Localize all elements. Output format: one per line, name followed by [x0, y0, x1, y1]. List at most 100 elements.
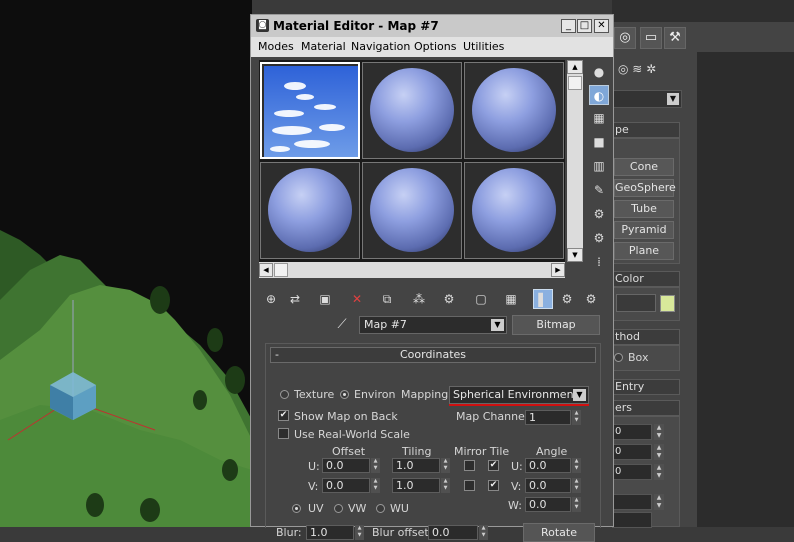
show-map-on-back-checkbox[interactable]: ✔	[278, 410, 289, 421]
backlight-icon[interactable]: ◐	[589, 85, 609, 105]
segments-spinner[interactable]	[612, 494, 652, 510]
spinner-arrows-icon[interactable]: ▲ ▼	[441, 458, 450, 473]
environ-radio[interactable]	[340, 390, 349, 399]
v-angle-field[interactable]: 0.0	[525, 478, 571, 493]
width-spinner[interactable]: 0	[612, 444, 652, 460]
segments-spinner-2[interactable]	[612, 512, 652, 528]
menu-navigation[interactable]: Navigation	[351, 40, 410, 53]
material-effects-channel-icon[interactable]: ▢	[471, 289, 491, 309]
object-type-header[interactable]: pe	[612, 122, 680, 138]
display-tab-icon[interactable]: ◎	[614, 27, 636, 49]
select-by-material-icon[interactable]: ⚙	[589, 228, 609, 248]
scroll-left-icon[interactable]: ◀	[259, 263, 273, 277]
show-map-in-viewport-icon[interactable]: ▦	[501, 289, 521, 309]
menu-options[interactable]: Options	[414, 40, 456, 53]
sample-slot-6[interactable]	[464, 162, 564, 259]
spinner-arrows-icon[interactable]: ▲ ▼	[572, 410, 581, 425]
uv-tiling-icon[interactable]: ■	[589, 132, 609, 152]
minimize-button[interactable]: _	[561, 19, 576, 33]
sample-slot-1[interactable]	[260, 62, 360, 159]
menu-material[interactable]: Material	[301, 40, 346, 53]
pyramid-button[interactable]: Pyramid	[614, 221, 674, 239]
geosphere-button[interactable]: GeoSphere	[614, 179, 676, 197]
spinner-arrows-icon[interactable]: ▲ ▼	[572, 497, 581, 512]
map-type-button[interactable]: Bitmap	[512, 315, 600, 335]
u-offset-field[interactable]: 0.0	[322, 458, 370, 473]
keyboard-entry-header[interactable]: Entry	[612, 379, 680, 395]
menu-modes[interactable]: Modes	[258, 40, 294, 53]
scroll-thumb-h[interactable]	[274, 263, 288, 277]
scroll-up-icon[interactable]: ▲	[567, 60, 583, 74]
u-angle-field[interactable]: 0.0	[525, 458, 571, 473]
length-spinner[interactable]: 0	[612, 424, 652, 440]
go-to-parent-icon[interactable]: ⚙	[557, 289, 577, 309]
sample-type-icon[interactable]: ●	[589, 62, 609, 82]
unique-icon[interactable]: ⁂	[409, 289, 429, 309]
slots-vertical-scrollbar[interactable]: ▲ ▼	[567, 60, 583, 262]
copy-material-icon[interactable]: ⧉	[377, 289, 397, 309]
dropdown-arrow-icon[interactable]: ▼	[491, 319, 504, 331]
spinner-arrows-icon[interactable]: ▲ ▼	[572, 458, 581, 473]
box-radio[interactable]	[614, 353, 623, 362]
go-forward-to-sibling-icon[interactable]: ⚙	[581, 289, 601, 309]
get-material-icon[interactable]: ⊕	[261, 289, 281, 309]
spinner-arrows-icon[interactable]: ▲ ▼	[654, 444, 664, 460]
options-icon[interactable]: ⚙	[589, 204, 609, 224]
mapping-dropdown[interactable]: Spherical Environment ▼	[449, 386, 589, 404]
v-mirror-checkbox[interactable]	[464, 480, 475, 491]
spinner-arrows-icon[interactable]: ▲ ▼	[654, 494, 664, 510]
reset-map-icon[interactable]: ✕	[347, 289, 367, 309]
maximize-button[interactable]: □	[577, 19, 592, 33]
creation-method-header[interactable]: thod	[612, 329, 680, 345]
eyedropper-icon[interactable]: ⟋	[333, 316, 351, 334]
color-swatch[interactable]	[660, 295, 675, 312]
tube-button[interactable]: Tube	[614, 200, 674, 218]
dropdown-arrow-icon[interactable]: ▼	[573, 389, 586, 401]
spinner-arrows-icon[interactable]: ▲ ▼	[355, 525, 364, 540]
vw-radio[interactable]	[334, 504, 343, 513]
show-end-result-icon[interactable]: ▌	[533, 289, 553, 309]
spinner-arrows-icon[interactable]: ▲ ▼	[371, 478, 380, 493]
height-spinner[interactable]: 0	[612, 464, 652, 480]
texture-radio[interactable]	[280, 390, 289, 399]
color-header[interactable]: Color	[612, 271, 680, 287]
close-button[interactable]: ✕	[594, 19, 609, 33]
spinner-arrows-icon[interactable]: ▲ ▼	[572, 478, 581, 493]
spinner-arrows-icon[interactable]: ▲ ▼	[441, 478, 450, 493]
blur-offset-field[interactable]: 0.0	[428, 525, 478, 540]
coordinates-header[interactable]: - Coordinates	[270, 347, 596, 363]
scroll-down-icon[interactable]: ▼	[567, 248, 583, 262]
assign-material-icon[interactable]: ▣	[315, 289, 335, 309]
title-bar[interactable]: ◙ Material Editor - Map #7 _ □ ✕	[251, 15, 613, 37]
make-preview-icon[interactable]: ✎	[589, 180, 609, 200]
hammer-tab-icon[interactable]: ⚒	[664, 27, 686, 49]
sample-slot-2[interactable]	[362, 62, 462, 159]
plane-button[interactable]: Plane	[614, 242, 674, 260]
cone-button[interactable]: Cone	[614, 158, 674, 176]
u-tile-checkbox[interactable]: ✔	[488, 460, 499, 471]
u-tiling-field[interactable]: 1.0	[392, 458, 440, 473]
v-tile-checkbox[interactable]: ✔	[488, 480, 499, 491]
v-tiling-field[interactable]: 1.0	[392, 478, 440, 493]
shapes-icons[interactable]: ◎ ≋ ✲	[618, 62, 656, 76]
monitor-tab-icon[interactable]: ▭	[640, 27, 662, 49]
spinner-arrows-icon[interactable]: ▲ ▼	[654, 464, 664, 480]
w-angle-field[interactable]: 0.0	[525, 497, 571, 512]
sample-slot-5[interactable]	[362, 162, 462, 259]
sample-slot-3[interactable]	[464, 62, 564, 159]
video-color-check-icon[interactable]: ▥	[589, 156, 609, 176]
uv-radio[interactable]	[292, 504, 301, 513]
put-to-library-icon[interactable]: ⚙	[439, 289, 459, 309]
blur-field[interactable]: 1.0	[306, 525, 354, 540]
spinner-arrows-icon[interactable]: ▲ ▼	[654, 424, 664, 440]
rotate-button[interactable]: Rotate	[523, 523, 595, 542]
v-offset-field[interactable]: 0.0	[322, 478, 370, 493]
background-checker-icon[interactable]: ▦	[589, 108, 609, 128]
scroll-thumb[interactable]	[568, 76, 582, 90]
put-to-scene-icon[interactable]: ⇄	[285, 289, 305, 309]
use-real-world-checkbox[interactable]	[278, 428, 289, 439]
map-name-field[interactable]: Map #7 ▼	[359, 316, 507, 334]
wu-radio[interactable]	[376, 504, 385, 513]
name-field[interactable]	[616, 294, 656, 312]
map-channel-field[interactable]: 1	[525, 410, 571, 425]
